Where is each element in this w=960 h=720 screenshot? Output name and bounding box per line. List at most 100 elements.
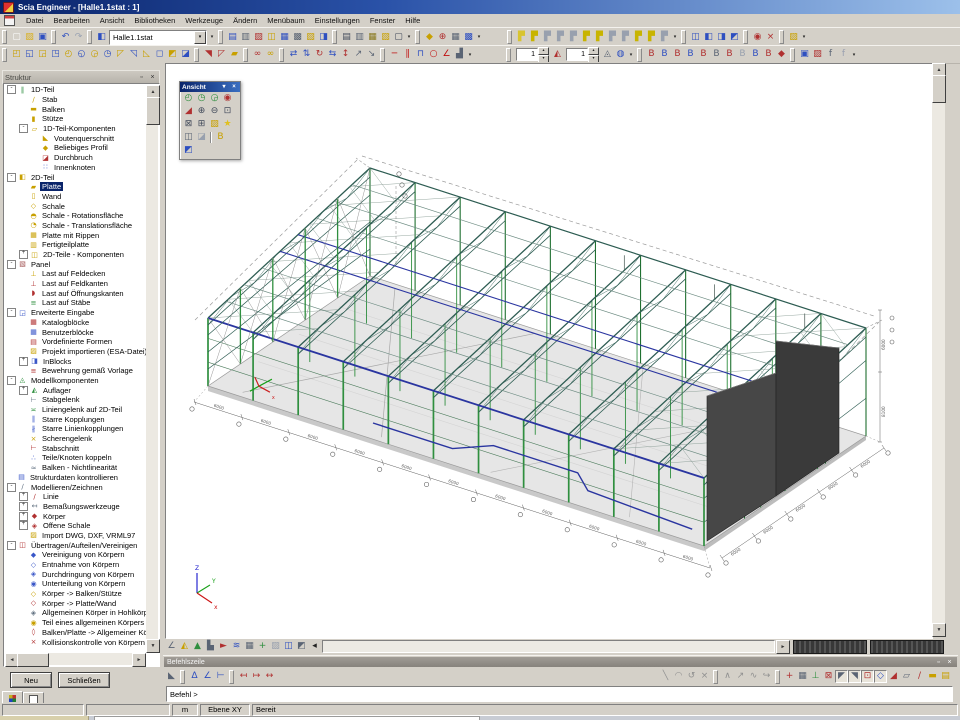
align-icon[interactable]: ↕ (339, 48, 352, 61)
zoom-selection-icon[interactable]: ⊞ (195, 118, 208, 131)
toolbar-grip[interactable] (775, 670, 780, 684)
new-folder-icon[interactable]: ▨ (787, 31, 800, 44)
toolbar-grip[interactable] (229, 670, 234, 684)
tree-horizontal-scrollbar[interactable]: ◄ ► (5, 653, 146, 665)
view-flag-11[interactable]: ▛ (645, 31, 658, 44)
folder-caret[interactable]: ▾ (800, 34, 808, 40)
neu-button[interactable]: Neu (10, 672, 52, 688)
menu-menübaum[interactable]: Menübaum (262, 16, 310, 25)
clipboard-icon[interactable]: ◫ (265, 31, 278, 44)
view-restore-icon[interactable]: ◪ (195, 131, 208, 144)
copy-add-icon[interactable]: ◨ (715, 31, 728, 44)
befehlszeile-pin-icon[interactable]: ▫ (934, 658, 943, 667)
tree-item-entnahme-von-körpern[interactable]: ◇Entnahme von Körpern (5, 560, 146, 570)
view-side-icon[interactable]: ◷ (195, 92, 208, 105)
toolbar-grip[interactable] (506, 48, 511, 62)
tree-expander-icon[interactable]: - (7, 308, 16, 317)
menu-ansicht[interactable]: Ansicht (95, 16, 130, 25)
toolbar-grip[interactable] (2, 30, 7, 44)
ansicht-close-icon[interactable]: × (230, 83, 238, 91)
view-flag-5[interactable]: ▛ (567, 31, 580, 44)
parallel-tool-icon[interactable]: ∥ (401, 48, 414, 61)
surface-display-icon[interactable]: ▨ (269, 640, 282, 653)
tree-vertical-scrollbar[interactable]: ▲ ▼ (146, 85, 158, 653)
snap-cursor-icon[interactable]: + (783, 670, 796, 683)
view-flag-4[interactable]: ▛ (554, 31, 567, 44)
tree-scroll-right-button[interactable]: ► (132, 653, 146, 667)
tree-item-linie[interactable]: +∕Linie (5, 492, 146, 502)
results-zoom-icon[interactable]: ⊕ (436, 31, 449, 44)
beam-display-icon-5[interactable]: B (697, 48, 710, 61)
snap-node-icon[interactable]: ◇ (874, 670, 887, 683)
unlink-pair-icon[interactable]: ∞ (264, 48, 277, 61)
tree-item-erweiterte-eingabe[interactable]: -◲Erweiterte Eingabe (5, 308, 146, 318)
zoom-out-icon[interactable]: ⊖ (208, 105, 221, 118)
select-line-icon[interactable]: ◥ (202, 48, 215, 61)
zoom-window-icon[interactable]: ⊡ (221, 105, 234, 118)
tree-item-panel[interactable]: -▧Panel (5, 259, 146, 269)
open-icon[interactable]: ▨ (23, 31, 36, 44)
light-icon[interactable]: ★ (221, 118, 234, 131)
tree-item-last-auf-feldecken[interactable]: ⊥Last auf Feldecken (5, 269, 146, 279)
beam-display-icon-2[interactable]: B (658, 48, 671, 61)
combo-dropdown-icon[interactable]: ▾ (194, 31, 206, 44)
toolbar-grip[interactable] (51, 30, 56, 44)
snap-arrow-icon[interactable]: ↪ (760, 670, 773, 683)
snap-list-icon[interactable]: ▤ (939, 670, 952, 683)
mesh-icon[interactable]: ▦ (449, 31, 462, 44)
tree-item-liniengelenk-auf-2d-teil[interactable]: ≍Liniengelenk auf 2D-Teil (5, 405, 146, 415)
mirror-copy-icon[interactable]: ⇆ (326, 48, 339, 61)
view-flag-6[interactable]: ▛ (580, 31, 593, 44)
trim-icon[interactable]: ◸ (114, 48, 127, 61)
project-combo-caret[interactable]: ▾ (208, 34, 216, 40)
viewport-scroll-right-button[interactable]: ► (776, 640, 790, 654)
rotate-copy-icon[interactable]: ↻ (313, 48, 326, 61)
document-export-icon[interactable]: ▧ (379, 31, 392, 44)
offset-icon[interactable]: ◪ (179, 48, 192, 61)
picture-export-icon[interactable]: ▦ (366, 31, 379, 44)
tree-item-schale-translationsfläche[interactable]: ◔Schale - Translationsfläche (5, 221, 146, 231)
tree-item-scherengelenk[interactable]: ×Scherengelenk (5, 434, 146, 444)
move-beam-icon[interactable]: ◳ (49, 48, 62, 61)
tree-expander-icon[interactable]: - (7, 173, 16, 182)
viewport-vertical-scrollbar[interactable]: ▲ ▼ (932, 63, 945, 637)
snap-endpoint-icon[interactable]: ◤ (835, 670, 848, 683)
print-group-caret[interactable]: ▾ (405, 34, 413, 40)
tree-item-last-auf-öffnungskanten[interactable]: ◗Last auf Öffnungskanten (5, 288, 146, 298)
perp-snap-icon[interactable]: ⊢ (214, 670, 227, 683)
befehlszeile-close-icon[interactable]: × (945, 658, 954, 667)
copy-node-icon[interactable]: ◰ (10, 48, 23, 61)
draw-group-caret[interactable]: ▾ (466, 52, 474, 58)
beam-display-icon-9[interactable]: B (749, 48, 762, 61)
beam-display-icon-4[interactable]: B (684, 48, 697, 61)
toolbar-grip[interactable] (87, 30, 92, 44)
beam-display-icon-10[interactable]: B (762, 48, 775, 61)
snap-line-icon[interactable]: ╲ (659, 670, 672, 683)
tree-item-katalogblöcke[interactable]: ▦Katalogblöcke (5, 318, 146, 328)
labels-icon[interactable]: ► (217, 640, 230, 653)
tree-item-benutzerblöcke[interactable]: ▦Benutzerblöcke (5, 327, 146, 337)
move-copy-icon[interactable]: ⇄ (287, 48, 300, 61)
tree-expander-icon[interactable]: + (19, 357, 28, 366)
view-flag-7[interactable]: ▛ (593, 31, 606, 44)
command-input[interactable]: Befehl > (166, 686, 953, 702)
snap-axis-icon[interactable]: ∕ (913, 670, 926, 683)
model-canvas[interactable]: 6000600060006000600060006000600060006000… (165, 63, 933, 639)
toolbar-grip[interactable] (243, 48, 248, 62)
tree-item-platte-mit-rippen[interactable]: ▦Platte mit Rippen (5, 230, 146, 240)
menu-bearbeiten[interactable]: Bearbeiten (49, 16, 95, 25)
tree-expander-icon[interactable]: + (19, 386, 28, 395)
layer-spinner[interactable]: 1▴▾ (566, 47, 599, 63)
view-flag-2[interactable]: ▛ (528, 31, 541, 44)
circle-tool-icon[interactable]: ○ (427, 48, 440, 61)
dim-left-icon[interactable]: ↤ (237, 670, 250, 683)
spinner-value[interactable]: 1 (516, 48, 538, 61)
docked-pane-handle-2[interactable] (870, 640, 944, 654)
array-icon[interactable]: ⇅ (300, 48, 313, 61)
pointer-icon[interactable]: ◣ (165, 670, 178, 683)
print-icon[interactable]: ▤ (340, 31, 353, 44)
menu-ändern[interactable]: Ändern (228, 16, 262, 25)
snap-curve-icon[interactable]: ◠ (672, 670, 685, 683)
toolbar-grip[interactable] (637, 48, 642, 62)
view-flag-10[interactable]: ▛ (632, 31, 645, 44)
